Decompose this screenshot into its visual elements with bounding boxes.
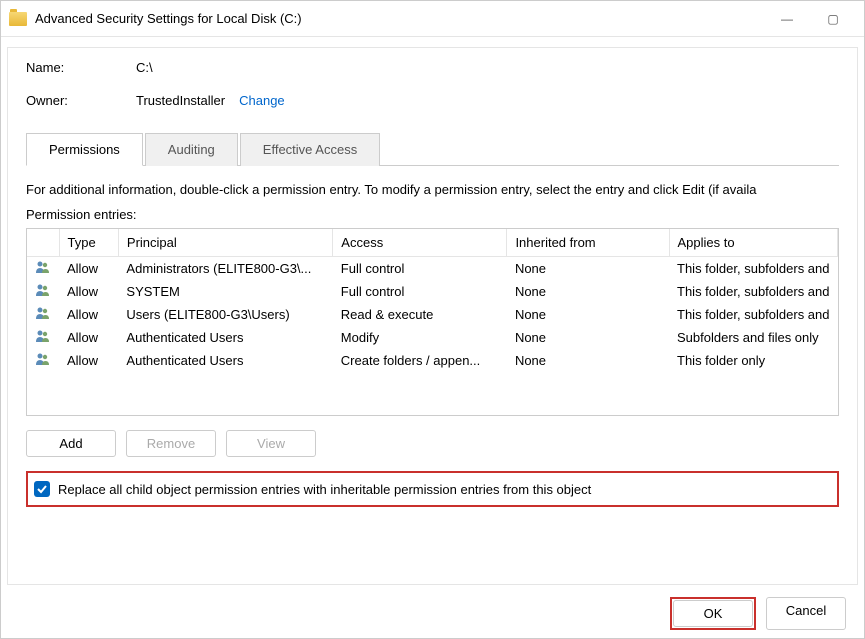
tab-permissions[interactable]: Permissions: [26, 133, 143, 166]
cell-principal: SYSTEM: [118, 280, 332, 303]
window-frame: Advanced Security Settings for Local Dis…: [0, 0, 865, 639]
remove-button[interactable]: Remove: [126, 430, 216, 457]
users-icon: [35, 260, 51, 274]
name-value: C:\: [136, 60, 153, 75]
tabs: Permissions Auditing Effective Access: [26, 132, 839, 166]
cell-access: Read & execute: [333, 303, 507, 326]
col-inherited[interactable]: Inherited from: [507, 229, 669, 257]
col-principal[interactable]: Principal: [118, 229, 332, 257]
cell-inherited: None: [507, 280, 669, 303]
minimize-button[interactable]: —: [764, 5, 810, 33]
content-area: Name: C:\ Owner: TrustedInstaller Change…: [7, 47, 858, 585]
add-button[interactable]: Add: [26, 430, 116, 457]
cell-inherited: None: [507, 326, 669, 349]
change-link[interactable]: Change: [239, 93, 285, 108]
table-row[interactable]: AllowAuthenticated UsersCreate folders /…: [27, 349, 838, 372]
cell-access: Full control: [333, 257, 507, 281]
replace-checkbox-row: Replace all child object permission entr…: [26, 471, 839, 507]
permissions-table[interactable]: Type Principal Access Inherited from App…: [27, 229, 838, 372]
users-icon: [35, 329, 51, 343]
cell-applies: Subfolders and files only: [669, 326, 837, 349]
tab-auditing[interactable]: Auditing: [145, 133, 238, 166]
cell-applies: This folder, subfolders and: [669, 280, 837, 303]
cell-type: Allow: [59, 257, 118, 281]
cell-principal: Administrators (ELITE800-G3\...: [118, 257, 332, 281]
users-icon: [35, 306, 51, 320]
cell-type: Allow: [59, 280, 118, 303]
cell-access: Modify: [333, 326, 507, 349]
users-icon: [35, 352, 51, 366]
users-icon: [35, 283, 51, 297]
titlebar: Advanced Security Settings for Local Dis…: [1, 1, 864, 37]
cell-applies: This folder, subfolders and: [669, 257, 837, 281]
window-title: Advanced Security Settings for Local Dis…: [35, 11, 764, 26]
col-applies[interactable]: Applies to: [669, 229, 837, 257]
permissions-table-container: Type Principal Access Inherited from App…: [26, 228, 839, 416]
cell-inherited: None: [507, 257, 669, 281]
cell-inherited: None: [507, 303, 669, 326]
cell-applies: This folder only: [669, 349, 837, 372]
cell-access: Create folders / appen...: [333, 349, 507, 372]
view-button[interactable]: View: [226, 430, 316, 457]
name-row: Name: C:\: [26, 60, 839, 75]
cell-access: Full control: [333, 280, 507, 303]
cell-inherited: None: [507, 349, 669, 372]
col-type[interactable]: Type: [59, 229, 118, 257]
table-row[interactable]: AllowUsers (ELITE800-G3\Users)Read & exe…: [27, 303, 838, 326]
folder-icon: [9, 12, 27, 26]
cell-principal: Authenticated Users: [118, 326, 332, 349]
owner-label: Owner:: [26, 93, 136, 108]
maximize-button[interactable]: ▢: [810, 5, 856, 33]
owner-value: TrustedInstaller: [136, 93, 225, 108]
name-label: Name:: [26, 60, 136, 75]
col-icon[interactable]: [27, 229, 59, 257]
table-row[interactable]: AllowSYSTEMFull controlNoneThis folder, …: [27, 280, 838, 303]
cell-applies: This folder, subfolders and: [669, 303, 837, 326]
entries-label: Permission entries:: [26, 207, 839, 222]
window-controls: — ▢: [764, 5, 856, 33]
help-text: For additional information, double-click…: [26, 182, 839, 197]
tab-effective-access[interactable]: Effective Access: [240, 133, 380, 166]
action-buttons: Add Remove View: [26, 430, 839, 457]
checkmark-icon: [36, 483, 48, 495]
cell-type: Allow: [59, 303, 118, 326]
ok-highlight: OK: [670, 597, 756, 630]
table-row[interactable]: AllowAuthenticated UsersModifyNoneSubfol…: [27, 326, 838, 349]
cancel-button[interactable]: Cancel: [766, 597, 846, 630]
cell-principal: Authenticated Users: [118, 349, 332, 372]
table-row[interactable]: AllowAdministrators (ELITE800-G3\...Full…: [27, 257, 838, 281]
col-access[interactable]: Access: [333, 229, 507, 257]
replace-checkbox[interactable]: [34, 481, 50, 497]
owner-row: Owner: TrustedInstaller Change: [26, 93, 839, 108]
replace-checkbox-label: Replace all child object permission entr…: [58, 482, 591, 497]
cell-type: Allow: [59, 326, 118, 349]
cell-type: Allow: [59, 349, 118, 372]
cell-principal: Users (ELITE800-G3\Users): [118, 303, 332, 326]
footer: OK Cancel: [1, 585, 864, 638]
ok-button[interactable]: OK: [673, 600, 753, 627]
